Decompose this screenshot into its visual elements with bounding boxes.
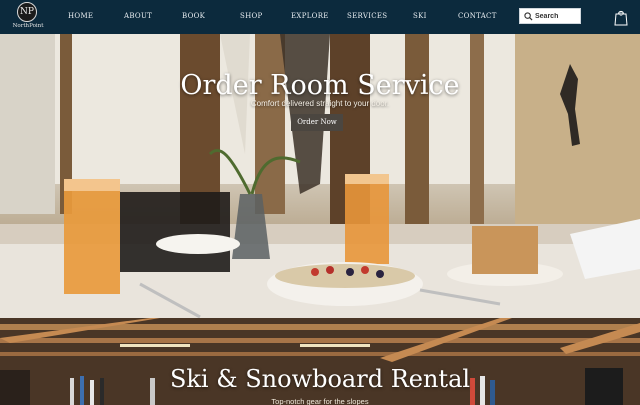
nav-shop[interactable]: SHOP xyxy=(240,12,263,20)
nav-about[interactable]: ABOUT xyxy=(124,12,152,20)
nav-explore[interactable]: EXPLORE xyxy=(291,12,329,20)
room-service-subtitle: Comfort delivered straight to your door. xyxy=(250,99,390,108)
top-nav-bar: NP NorthPoint HOME ABOUT BOOK SHOP EXPLO… xyxy=(0,0,640,34)
cart-count: 0 xyxy=(619,12,623,18)
search-box[interactable] xyxy=(519,8,581,24)
search-icon xyxy=(524,12,533,21)
room-service-hero: Order Room Service Comfort delivered str… xyxy=(0,34,640,318)
brand-name: NorthPoint xyxy=(12,23,44,29)
ski-rental-subtitle: Top-notch gear for the slopes xyxy=(271,397,369,405)
ski-rental-title: Ski & Snowboard Rental xyxy=(169,365,471,393)
room-service-title: Order Room Service xyxy=(180,70,460,101)
brand-logo[interactable]: NP NorthPoint xyxy=(8,2,48,32)
logo-emblem: NP xyxy=(17,2,37,22)
cart-button[interactable]: 0 xyxy=(612,9,630,26)
order-now-button[interactable]: Order Now xyxy=(291,114,343,131)
nav-ski[interactable]: SKI xyxy=(413,12,427,20)
ski-rental-hero: Ski & Snowboard Rental Top-notch gear fo… xyxy=(0,318,640,405)
search-input[interactable] xyxy=(535,10,579,22)
nav-home[interactable]: HOME xyxy=(68,12,93,20)
nav-services[interactable]: SERVICES xyxy=(347,12,387,20)
nav-contact[interactable]: CONTACT xyxy=(458,12,497,20)
nav-book[interactable]: BOOK xyxy=(182,12,205,20)
